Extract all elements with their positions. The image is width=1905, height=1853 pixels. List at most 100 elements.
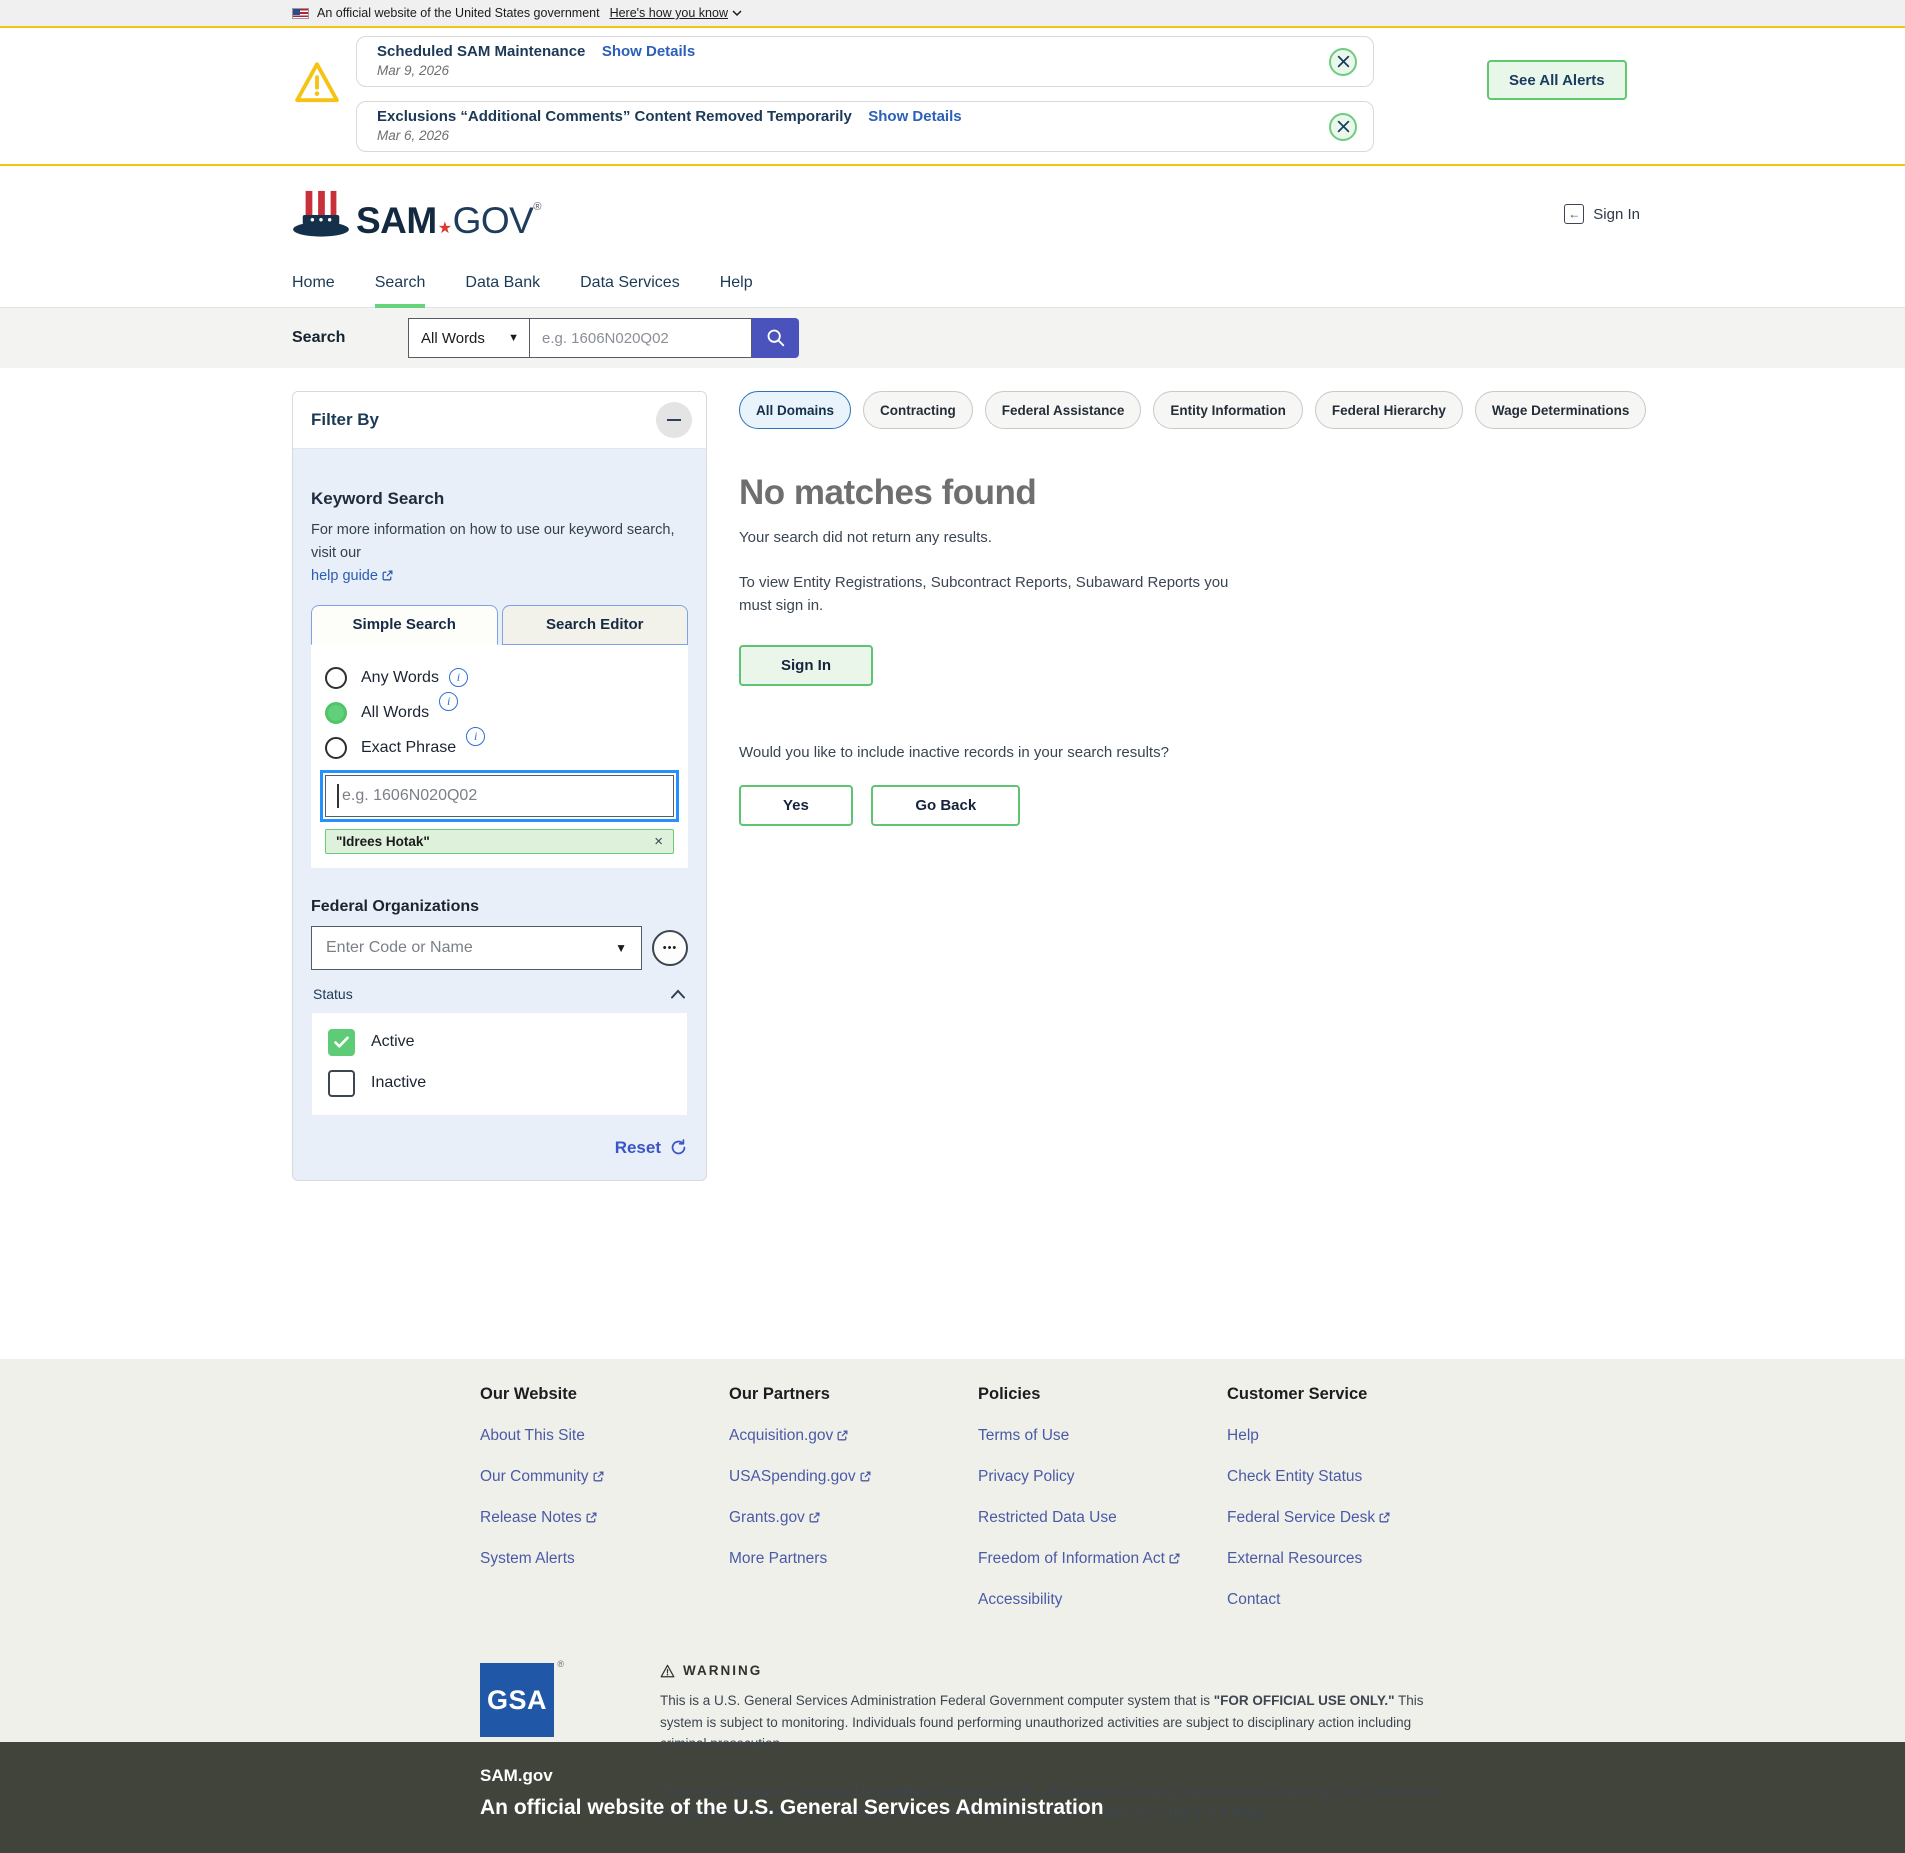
nav-item-help[interactable]: Help: [720, 261, 753, 308]
footer-link-restricted-data-use[interactable]: Restricted Data Use: [978, 1509, 1227, 1527]
us-flag-icon: [292, 8, 309, 19]
reset-filters[interactable]: Reset: [311, 1138, 688, 1158]
how-you-know-link[interactable]: Here's how you know: [610, 6, 742, 20]
footer-link-external-resources[interactable]: External Resources: [1227, 1550, 1476, 1568]
checkbox-inactive[interactable]: [328, 1070, 355, 1097]
search-mode-select[interactable]: All Words ▼: [408, 318, 530, 358]
footer-link-privacy-policy[interactable]: Privacy Policy: [978, 1468, 1227, 1486]
minus-icon: [667, 419, 681, 422]
chip-remove-icon[interactable]: ×: [654, 834, 663, 849]
radio-all-words[interactable]: [325, 702, 347, 724]
alerts-section: Scheduled SAM Maintenance Show Details M…: [0, 28, 1905, 164]
radio-label: Exact Phrase: [361, 739, 456, 757]
help-guide-label: help guide: [311, 568, 378, 584]
sign-in-button[interactable]: Sign In: [739, 645, 873, 686]
nav-item-data-services[interactable]: Data Services: [580, 261, 680, 308]
nav-item-home[interactable]: Home: [292, 261, 335, 308]
nav-item-search[interactable]: Search: [375, 261, 426, 308]
footer-link-label: Privacy Policy: [978, 1468, 1074, 1485]
footer-col-our-website: Our Website About This Site Our Communit…: [480, 1385, 729, 1609]
footer-link-our-community[interactable]: Our Community: [480, 1468, 729, 1486]
footer-link-terms-of-use[interactable]: Terms of Use: [978, 1427, 1227, 1445]
footer-link-more-partners[interactable]: More Partners: [729, 1550, 978, 1568]
info-icon[interactable]: i: [449, 668, 468, 687]
footer-link-help[interactable]: Help: [1227, 1427, 1476, 1445]
info-icon[interactable]: i: [439, 692, 458, 711]
alert-title: Exclusions “Additional Comments” Content…: [377, 108, 852, 125]
radio-exact-phrase[interactable]: [325, 737, 347, 759]
footer-link-federal-service-desk[interactable]: Federal Service Desk: [1227, 1509, 1476, 1527]
radio-any-words[interactable]: [325, 667, 347, 689]
footer-link-label: Check Entity Status: [1227, 1468, 1362, 1485]
pill-wage-determinations[interactable]: Wage Determinations: [1475, 391, 1647, 429]
footer-link-label: Release Notes: [480, 1509, 582, 1526]
keyword-tabs: Simple Search Search Editor: [311, 605, 688, 645]
help-guide-link[interactable]: help guide: [311, 568, 394, 584]
pill-federal-assistance[interactable]: Federal Assistance: [985, 391, 1142, 429]
footer-columns: Our Website About This Site Our Communit…: [480, 1385, 1905, 1609]
alert-close-button[interactable]: [1329, 113, 1357, 141]
footer-link-release-notes[interactable]: Release Notes: [480, 1509, 729, 1527]
logo-gov: GOV: [453, 200, 534, 241]
footer-link-label: Terms of Use: [978, 1427, 1069, 1444]
yes-button[interactable]: Yes: [739, 785, 853, 826]
gsa-logo: GSA: [480, 1663, 554, 1737]
go-back-button[interactable]: Go Back: [871, 785, 1020, 826]
status-header[interactable]: Status: [311, 986, 688, 1002]
tab-simple-search[interactable]: Simple Search: [311, 605, 498, 645]
footer-link-about-this-site[interactable]: About This Site: [480, 1427, 729, 1445]
footer-link-label: Freedom of Information Act: [978, 1550, 1165, 1567]
results-area: All Domains Contracting Federal Assistan…: [739, 368, 1739, 826]
footer-link-grants-gov[interactable]: Grants.gov: [729, 1509, 978, 1527]
how-you-know-label: Here's how you know: [610, 6, 728, 20]
footer-col-title: Policies: [978, 1385, 1227, 1404]
footer-link-contact[interactable]: Contact: [1227, 1591, 1476, 1609]
pill-entity-information[interactable]: Entity Information: [1153, 391, 1303, 429]
caret-down-icon: ▼: [508, 332, 519, 344]
pill-all-domains[interactable]: All Domains: [739, 391, 851, 429]
chip-text: "Idrees Hotak": [336, 834, 430, 849]
federal-org-placeholder: Enter Code or Name: [326, 939, 473, 957]
checkbox-active[interactable]: [328, 1029, 355, 1056]
footer-link-system-alerts[interactable]: System Alerts: [480, 1550, 729, 1568]
caret-down-icon: ▼: [615, 941, 627, 955]
radio-row-exact-phrase: Exact Phrase i: [325, 737, 674, 759]
filter-collapse-button[interactable]: [656, 402, 692, 438]
search-icon: [765, 327, 787, 349]
sign-in-prompt: To view Entity Registrations, Subcontrac…: [739, 572, 1234, 617]
show-details-link[interactable]: Show Details: [602, 43, 695, 60]
alert-close-button[interactable]: [1329, 48, 1357, 76]
sam-gov-logo[interactable]: SAM★GOV®: [292, 189, 541, 239]
nav-item-data-bank[interactable]: Data Bank: [465, 261, 540, 308]
info-icon[interactable]: i: [466, 727, 485, 746]
footer-link-foia[interactable]: Freedom of Information Act: [978, 1550, 1227, 1568]
pill-federal-hierarchy[interactable]: Federal Hierarchy: [1315, 391, 1463, 429]
footer-link-accessibility[interactable]: Accessibility: [978, 1591, 1227, 1609]
radio-row-any-words: Any Words i: [325, 667, 674, 689]
keyword-search-input[interactable]: [325, 775, 674, 817]
footer-link-usaspending-gov[interactable]: USASpending.gov: [729, 1468, 978, 1486]
federal-org-more-button[interactable]: •••: [652, 930, 688, 966]
logo-text: SAM★GOV®: [356, 202, 541, 239]
warning-p1-before: This is a U.S. General Services Administ…: [660, 1693, 1214, 1708]
site-footer: Our Website About This Site Our Communit…: [0, 1359, 1905, 1742]
footer-link-label: Acquisition.gov: [729, 1427, 833, 1444]
gsa-registered-mark: ®: [557, 1659, 564, 1669]
search-submit-button[interactable]: [752, 318, 799, 358]
see-all-alerts-button[interactable]: See All Alerts: [1487, 60, 1627, 100]
pill-contracting[interactable]: Contracting: [863, 391, 973, 429]
site-header: SAM★GOV® ← Sign In: [0, 166, 1905, 261]
footer-link-acquisition-gov[interactable]: Acquisition.gov: [729, 1427, 978, 1445]
footer-link-check-entity-status[interactable]: Check Entity Status: [1227, 1468, 1476, 1486]
alert-list: Scheduled SAM Maintenance Show Details M…: [356, 36, 1374, 152]
header-sign-in[interactable]: ← Sign In: [1564, 204, 1640, 224]
global-search-input[interactable]: [530, 318, 752, 358]
show-details-link[interactable]: Show Details: [868, 108, 961, 125]
logo-sam: SAM: [356, 200, 437, 241]
tab-search-editor[interactable]: Search Editor: [502, 605, 689, 645]
checkbox-label: Active: [371, 1033, 415, 1051]
gov-banner-text: An official website of the United States…: [317, 6, 600, 20]
warning-triangle-icon: [294, 60, 340, 104]
main-nav: Home Search Data Bank Data Services Help: [0, 261, 1905, 308]
federal-org-select[interactable]: Enter Code or Name ▼: [311, 926, 642, 970]
